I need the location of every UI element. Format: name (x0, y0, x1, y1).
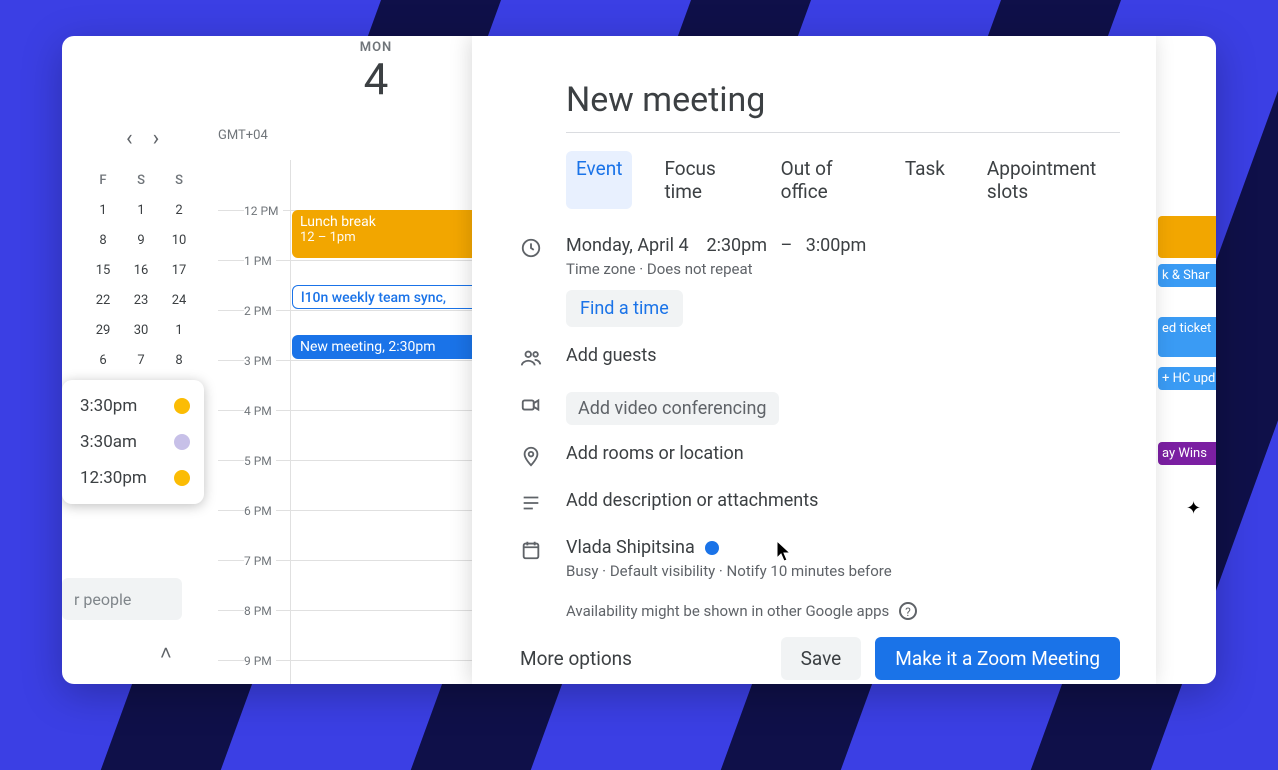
time-suggestion[interactable]: 3:30am (62, 424, 204, 460)
tab-out-of-office[interactable]: Out of office (771, 151, 873, 209)
peek-event[interactable] (1158, 216, 1216, 258)
cursor-icon: ✦ (1186, 498, 1201, 519)
time-suggestion-popover: 3:30pm 3:30am 12:30pm (62, 380, 204, 504)
location-icon (520, 445, 544, 472)
tab-event[interactable]: Event (566, 151, 632, 209)
add-description-input[interactable]: Add description or attachments (566, 490, 1120, 511)
description-icon (520, 492, 544, 519)
moon-icon (174, 434, 190, 450)
mini-day[interactable]: 1 (160, 320, 198, 342)
event-date[interactable]: Monday, April 4 (566, 235, 689, 256)
mini-day[interactable]: 15 (84, 260, 122, 282)
mini-day[interactable]: 30 (122, 320, 160, 342)
make-zoom-meeting-button[interactable]: Make it a Zoom Meeting (875, 637, 1120, 680)
tab-focus-time[interactable]: Focus time (654, 151, 748, 209)
sun-icon (174, 470, 190, 486)
calendar-owner-name[interactable]: Vlada Shipitsina (566, 537, 695, 558)
event-time: 2:30pm (388, 339, 435, 355)
grid-vline (290, 160, 291, 684)
availability-note: Availability might be shown in other Goo… (566, 602, 889, 620)
mini-day[interactable]: 16 (122, 260, 160, 282)
mini-day[interactable]: 24 (160, 290, 198, 312)
sun-icon (174, 398, 190, 414)
add-guests-input[interactable]: Add guests (566, 345, 1120, 366)
mini-day[interactable]: 10 (160, 230, 198, 252)
event-title: New meeting (300, 339, 382, 355)
mini-day[interactable]: 9 (122, 230, 160, 252)
peek-event[interactable]: ed ticket (1158, 317, 1216, 357)
other-day-events-peek: k & Shar ed ticket + HC upd ay Wins (1158, 216, 1216, 465)
event-title-input[interactable]: New meeting (566, 80, 1120, 133)
event-end-time[interactable]: 3:00pm (806, 235, 867, 256)
mini-day[interactable]: 8 (160, 350, 198, 372)
tab-appointment-slots[interactable]: Appointment slots (977, 151, 1120, 209)
time-suggestion-label: 12:30pm (80, 468, 147, 488)
peek-event[interactable]: ay Wins (1158, 442, 1216, 465)
next-month-button[interactable]: › (149, 124, 164, 153)
mini-day[interactable]: 29 (84, 320, 122, 342)
mini-dow: S (160, 170, 198, 192)
mini-day[interactable]: 7 (122, 350, 160, 372)
help-icon[interactable]: ? (899, 602, 917, 620)
calendar-color-dot[interactable] (705, 541, 719, 555)
mini-day[interactable]: 2 (160, 200, 198, 222)
peek-event[interactable]: + HC upd (1158, 367, 1216, 390)
search-people-placeholder: r people (74, 590, 131, 609)
time-dash: – (780, 235, 792, 256)
time-suggestion-label: 3:30am (80, 432, 137, 452)
search-people-input[interactable]: r people (62, 578, 182, 620)
find-a-time-button[interactable]: Find a time (566, 290, 683, 327)
visibility-meta[interactable]: Busy · Default visibility · Notify 10 mi… (566, 562, 1120, 580)
more-options-button[interactable]: More options (520, 647, 632, 670)
event-start-time[interactable]: 2:30pm (706, 235, 767, 256)
people-icon (520, 347, 544, 374)
peek-event[interactable]: k & Shar (1158, 264, 1216, 287)
timezone-repeat-label[interactable]: Time zone · Does not repeat (566, 260, 1120, 278)
mini-day[interactable]: 6 (84, 350, 122, 372)
event-editor-panel: New meeting Event Focus time Out of offi… (472, 36, 1156, 684)
mini-day[interactable]: 8 (84, 230, 122, 252)
time-suggestion[interactable]: 3:30pm (62, 388, 204, 424)
mini-day[interactable]: 22 (84, 290, 122, 312)
mini-dow: S (122, 170, 160, 192)
prev-month-button[interactable]: ‹ (122, 124, 137, 153)
calendar-app: ‹ › F S S 1 1 2 8 9 10 15 16 17 22 23 24… (62, 36, 1216, 684)
timezone-label: GMT+04 (218, 128, 268, 143)
calendar-icon (520, 539, 544, 566)
collapse-icon[interactable]: ˄ (160, 641, 172, 666)
mini-day[interactable]: 17 (160, 260, 198, 282)
clock-icon (520, 237, 544, 264)
event-type-tabs: Event Focus time Out of office Task Appo… (566, 151, 1120, 209)
video-icon (520, 394, 544, 421)
event-title: l10n weekly team sync, (301, 290, 446, 306)
add-location-input[interactable]: Add rooms or location (566, 443, 1120, 464)
time-suggestion-label: 3:30pm (80, 396, 137, 416)
time-suggestion[interactable]: 12:30pm (62, 460, 204, 496)
mini-day[interactable]: 1 (84, 200, 122, 222)
save-button[interactable]: Save (781, 637, 862, 680)
mini-day[interactable]: 1 (122, 200, 160, 222)
add-video-button[interactable]: Add video conferencing (566, 392, 779, 425)
mini-dow: F (84, 170, 122, 192)
mini-day[interactable]: 23 (122, 290, 160, 312)
tab-task[interactable]: Task (895, 151, 955, 209)
